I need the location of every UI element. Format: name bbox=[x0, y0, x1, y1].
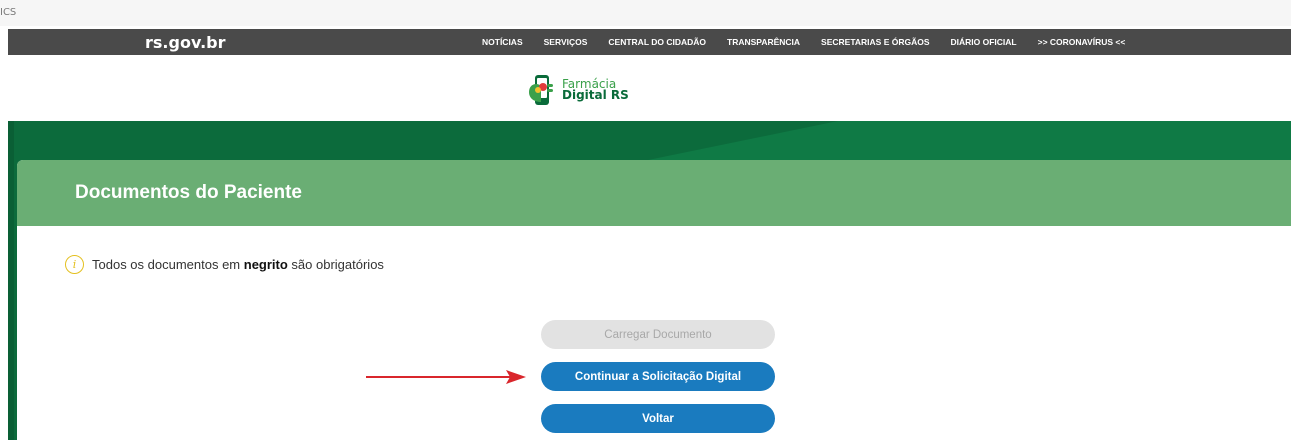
card-header: Documentos do Paciente bbox=[17, 160, 1291, 226]
notice-text-before: Todos os documentos em bbox=[92, 257, 244, 272]
page-title: Documentos do Paciente bbox=[75, 182, 302, 203]
brand-logo[interactable]: Farmácia Digital RS bbox=[527, 74, 629, 106]
nav-diario-oficial[interactable]: DIÁRIO OFICIAL bbox=[951, 37, 1017, 47]
nav-central-do-cidadao[interactable]: CENTRAL DO CIDADÃO bbox=[608, 37, 706, 47]
notice-text-bold: negrito bbox=[243, 257, 288, 272]
nav-coronavirus[interactable]: >> CORONAVÍRUS << bbox=[1038, 37, 1126, 47]
info-icon: i bbox=[65, 255, 84, 274]
browser-tab-fragment: ICS bbox=[0, 7, 17, 18]
continue-digital-request-button[interactable]: Continuar a Solicitação Digital bbox=[541, 362, 775, 391]
notice-text-after: são obrigatórios bbox=[287, 257, 384, 272]
documents-card: Documentos do Paciente i Todos os docume… bbox=[17, 160, 1291, 440]
nav-servicos[interactable]: SERVIÇOS bbox=[544, 37, 588, 47]
nav-secretarias-e-orgaos[interactable]: SECRETARIAS E ÓRGÃOS bbox=[821, 37, 929, 47]
gov-logo-link[interactable]: rs.gov.br bbox=[145, 33, 225, 52]
back-button[interactable]: Voltar bbox=[541, 404, 775, 433]
nav-transparencia[interactable]: TRANSPARÊNCIA bbox=[727, 37, 800, 47]
required-notice: i Todos os documentos em negrito são obr… bbox=[65, 255, 384, 274]
brand-text: Farmácia Digital RS bbox=[562, 78, 629, 102]
notice-text: Todos os documentos em negrito são obrig… bbox=[92, 257, 384, 272]
gov-nav: NOTÍCIAS SERVIÇOS CENTRAL DO CIDADÃO TRA… bbox=[482, 29, 1146, 55]
red-arrow-right-icon bbox=[366, 370, 526, 384]
brand-line2: Digital RS bbox=[562, 88, 629, 102]
page: ICS rs.gov.br NOTÍCIAS SERVIÇOS CENTRAL … bbox=[0, 0, 1291, 440]
upload-document-button[interactable]: Carregar Documento bbox=[541, 320, 775, 349]
browser-strip: ICS bbox=[0, 0, 1291, 26]
gov-top-bar: rs.gov.br NOTÍCIAS SERVIÇOS CENTRAL DO C… bbox=[8, 29, 1291, 55]
nav-noticias[interactable]: NOTÍCIAS bbox=[482, 37, 523, 47]
farmacia-digital-logo-icon bbox=[529, 75, 553, 105]
